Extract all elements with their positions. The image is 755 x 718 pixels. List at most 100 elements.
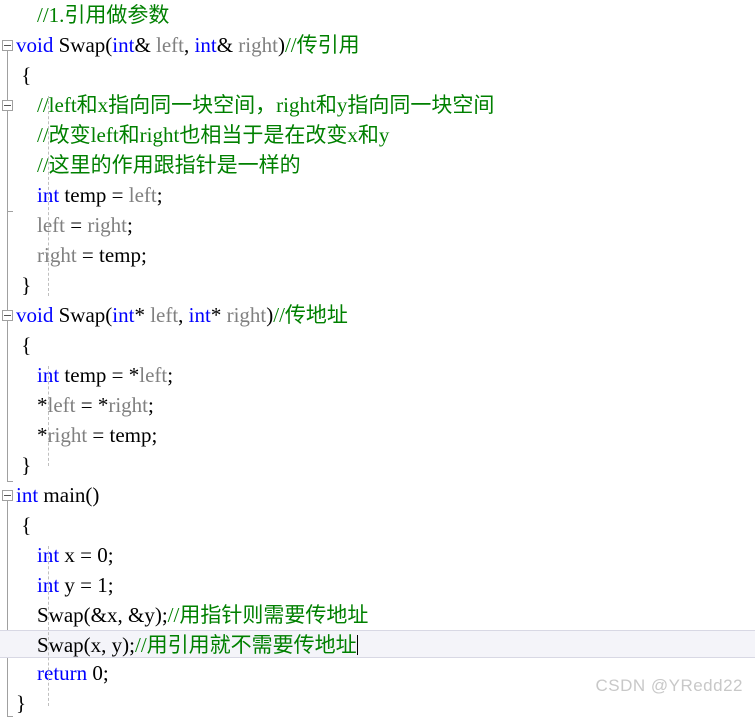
code-line-9[interactable]: right = temp; bbox=[16, 240, 755, 270]
text-caret bbox=[356, 635, 358, 655]
fold-swap-pointer-toggle[interactable] bbox=[2, 310, 13, 321]
token-punct: ; bbox=[148, 393, 154, 417]
token-plain: = * bbox=[75, 393, 109, 417]
token-plain: = temp bbox=[87, 423, 152, 447]
code-line-14[interactable]: *left = *right; bbox=[16, 390, 755, 420]
token-punct: { bbox=[21, 63, 32, 87]
code-line-3[interactable]: { bbox=[16, 60, 755, 90]
folding-gutter[interactable] bbox=[0, 0, 16, 717]
code-line-10[interactable]: } bbox=[16, 270, 755, 300]
csdn-watermark: CSDN @YRedd22 bbox=[595, 676, 743, 695]
token-cmt: //left和x指向同一块空间，right和y指向同一块空间 bbox=[37, 93, 495, 117]
token-plain: Swap bbox=[37, 633, 84, 657]
code-line-4[interactable]: //left和x指向同一块空间，right和y指向同一块空间 bbox=[16, 90, 755, 120]
code-line-12[interactable]: { bbox=[16, 330, 755, 360]
code-line-2[interactable]: void Swap(int& left, int& right)//传引用 bbox=[16, 30, 755, 60]
code-line-18[interactable]: { bbox=[16, 510, 755, 540]
token-param: right bbox=[37, 243, 77, 267]
code-line-21[interactable]: Swap(&x, &y);//用指针则需要传地址 bbox=[16, 600, 755, 630]
token-cmt: //用指针则需要传地址 bbox=[167, 603, 369, 627]
token-param: left bbox=[139, 363, 168, 387]
token-plain: * bbox=[210, 303, 227, 327]
fold-swap-pointer-end bbox=[7, 481, 13, 482]
code-line-1[interactable]: //1.引用做参数 bbox=[16, 0, 755, 30]
token-kw: int bbox=[188, 303, 211, 327]
code-content[interactable]: //1.引用做参数 void Swap(int& left, int& right… bbox=[0, 0, 755, 715]
code-line-11[interactable]: void Swap(int* left, int* right)//传地址 bbox=[16, 300, 755, 330]
code-line-20[interactable]: int y = 1; bbox=[16, 570, 755, 600]
token-num: 0 bbox=[92, 661, 103, 685]
fold-main-toggle[interactable] bbox=[2, 490, 13, 501]
fold-swap-reference-toggle[interactable] bbox=[2, 40, 13, 51]
token-plain: = temp bbox=[76, 243, 142, 267]
token-punct: ; bbox=[107, 543, 114, 567]
token-param: right bbox=[47, 423, 88, 447]
token-plain: = bbox=[64, 213, 88, 237]
code-line-16[interactable]: } bbox=[16, 450, 755, 480]
token-punct: ; bbox=[141, 243, 147, 267]
token-cmt: //1.引用做参数 bbox=[37, 3, 170, 27]
token-param: left bbox=[128, 183, 157, 207]
token-plain: y = bbox=[59, 573, 98, 597]
token-punct: ) bbox=[277, 33, 285, 57]
token-param: right bbox=[108, 393, 148, 417]
fold-main-end bbox=[7, 716, 13, 717]
token-punct: ; bbox=[151, 423, 158, 447]
code-line-8[interactable]: left = right; bbox=[16, 210, 755, 240]
code-editor[interactable]: //1.引用做参数 void Swap(int& left, int& right… bbox=[0, 0, 755, 717]
token-cmt: //用引用就不需要传地址 bbox=[135, 633, 357, 657]
token-plain: temp = bbox=[59, 183, 129, 207]
code-line-13[interactable]: int temp = *left; bbox=[16, 360, 755, 390]
token-punct: ; bbox=[127, 213, 133, 237]
token-kw: void bbox=[16, 303, 54, 327]
token-plain: main bbox=[38, 483, 86, 507]
token-num: 0 bbox=[97, 543, 108, 567]
code-line-6[interactable]: //这里的作用跟指针是一样的 bbox=[16, 150, 755, 180]
fold-swap-pointer-bar bbox=[7, 321, 8, 481]
token-kw: int bbox=[112, 33, 135, 57]
token-kw: void bbox=[16, 33, 54, 57]
token-cmt: //传引用 bbox=[284, 33, 360, 57]
token-punct: } bbox=[21, 453, 32, 477]
token-punct: () bbox=[85, 483, 100, 507]
token-param: right bbox=[87, 213, 127, 237]
token-punct: } bbox=[21, 273, 32, 297]
token-punct: { bbox=[21, 333, 32, 357]
code-line-17[interactable]: int main() bbox=[16, 480, 755, 510]
token-plain: * bbox=[134, 303, 151, 327]
token-plain: * bbox=[37, 393, 48, 417]
token-cmt: //传地址 bbox=[273, 303, 348, 327]
token-punct: ; bbox=[156, 183, 163, 207]
token-param: left bbox=[37, 213, 65, 237]
code-line-5[interactable]: //改变left和right也相当于是在改变x和y bbox=[16, 120, 755, 150]
token-kw: int bbox=[194, 33, 217, 57]
token-plain: temp = * bbox=[59, 363, 140, 387]
code-line-22[interactable]: Swap(x, y);//用引用就不需要传地址 bbox=[0, 630, 755, 658]
code-line-7[interactable]: int temp = left; bbox=[16, 180, 755, 210]
token-cmt: //这里的作用跟指针是一样的 bbox=[37, 153, 301, 177]
token-plain: Swap bbox=[37, 603, 84, 627]
token-param: left bbox=[150, 303, 179, 327]
token-num: 1 bbox=[97, 573, 108, 597]
token-plain: & bbox=[134, 33, 157, 57]
token-punct: { bbox=[21, 513, 32, 537]
code-line-15[interactable]: *right = temp; bbox=[16, 420, 755, 450]
token-param: left bbox=[156, 33, 185, 57]
token-punct: , bbox=[178, 303, 189, 327]
token-kw: int bbox=[112, 303, 135, 327]
token-punct: } bbox=[16, 691, 27, 715]
token-param: left bbox=[47, 393, 76, 417]
guide-swap-pointer bbox=[48, 366, 49, 466]
fold-comment-block-toggle[interactable] bbox=[2, 100, 13, 111]
code-line-19[interactable]: int x = 0; bbox=[16, 540, 755, 570]
